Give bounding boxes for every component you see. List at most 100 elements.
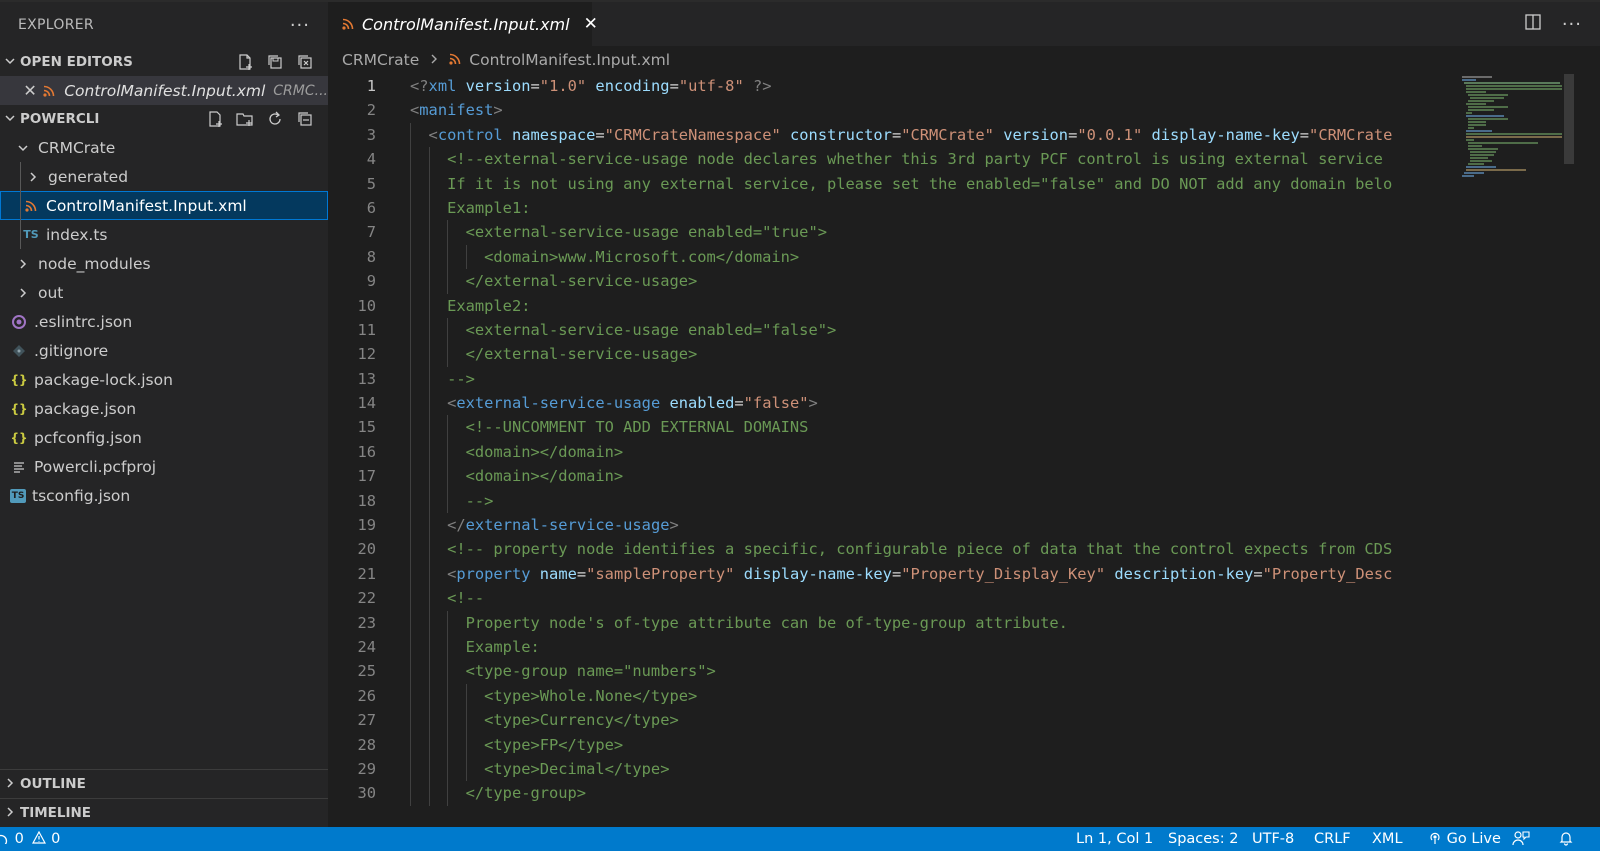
more-actions-icon[interactable]: ··· [1562,14,1582,35]
code-token: Example1: [447,198,531,217]
tree-item-label: package.json [34,399,137,418]
code-token: <? [410,77,429,95]
split-editor-icon[interactable] [1524,13,1542,35]
tree-item-label: .gitignore [34,341,109,360]
open-editors-section-header[interactable]: OPEN EDITORS [0,48,328,76]
code-text: <type>Decimal</type> [410,757,669,781]
code-token: = [669,77,679,95]
code-token: "Property_Display_Key" [901,564,1106,583]
tree-item-index-ts[interactable]: TS index.ts [0,220,328,249]
code-text: Property node's of-type attribute can be… [410,611,1068,635]
code-token: = [1068,125,1078,144]
problems-indicator[interactable]: 0 0 [0,827,60,851]
json-icon: {} [10,401,28,416]
line-number: 4 [366,150,376,169]
code-token: constructor [790,125,892,144]
eslint-icon [10,313,28,331]
code-token: "false" [743,394,809,413]
close-icon[interactable]: ✕ [20,81,40,100]
bottom-sections: OUTLINE TIMELINE [0,769,328,827]
go-live-button[interactable]: Go Live [1428,827,1501,851]
vertical-scrollbar[interactable] [1562,74,1576,827]
new-folder-icon[interactable] [236,110,254,128]
tree-item-package-lock[interactable]: {} package-lock.json [0,365,328,394]
code-token: encoding [595,77,670,95]
code-text: <type-group name="numbers"> [410,659,716,683]
code-token: < [447,394,457,413]
code-text: <control namespace="CRMCrateNamespace" c… [410,123,1393,147]
code-line: 25 <type-group name="numbers"> [328,659,1458,684]
minimap[interactable] [1458,74,1562,827]
save-all-icon[interactable] [266,53,284,71]
error-icon [0,832,10,844]
tree-item-pcfproj[interactable]: Powercli.pcfproj [0,452,328,481]
code-token: <domain></domain> [465,467,624,486]
warning-count: 0 [51,831,61,847]
language-mode[interactable]: XML [1372,827,1403,851]
code-token: version [1003,125,1069,144]
tree-item-tsconfig[interactable]: TS tsconfig.json [0,481,328,510]
tree-item-pcfconfig[interactable]: {} pcfconfig.json [0,423,328,452]
cursor-position[interactable]: Ln 1, Col 1 [1076,827,1153,851]
more-actions-icon[interactable]: ··· [290,15,310,36]
code-line: 29 <type>Decimal</type> [328,756,1458,782]
chevron-right-icon [14,255,32,273]
tree-item-generated[interactable]: generated [0,162,328,191]
powercli-section-header[interactable]: POWERCLI [0,105,328,133]
tree-item-controlmanifest[interactable]: ControlManifest.Input.xml [0,191,328,220]
breadcrumb-file[interactable]: ControlManifest.Input.xml [469,51,670,69]
indentation[interactable]: Spaces: 2 [1168,827,1238,851]
code-line: 2 <manifest> [328,98,1458,122]
code-line: 20 <!-- property node identifies a speci… [328,537,1458,562]
outline-section-header[interactable]: OUTLINE [0,769,328,798]
close-all-editors-icon[interactable] [296,53,314,71]
end-of-line[interactable]: CRLF [1314,827,1351,851]
tree-item-gitignore[interactable]: .gitignore [0,336,328,365]
notifications-bell-icon[interactable] [1558,827,1574,851]
file-encoding[interactable]: UTF-8 [1252,827,1294,851]
collapse-all-icon[interactable] [296,110,314,128]
code-token: > [493,101,503,120]
warning-icon [32,830,47,847]
new-untitled-file-icon[interactable] [236,53,254,71]
code-line: 18 --> [328,488,1458,514]
tab-controlmanifest[interactable]: ControlManifest.Input.xml ✕ [328,2,598,46]
line-number: 12 [357,345,376,364]
code-line: 22 <!-- [328,586,1458,611]
tree-item-node-modules[interactable]: node_modules [0,249,328,278]
tree-item-eslintrc[interactable]: .eslintrc.json [0,307,328,336]
code-text: <type>Currency</type> [410,708,679,732]
breadcrumb-folder[interactable]: CRMCrate [342,51,419,69]
error-count: 0 [14,831,24,847]
timeline-section-header[interactable]: TIMELINE [0,798,328,827]
code-text: Example: [410,635,540,659]
feedback-icon[interactable] [1512,827,1530,851]
code-text: <!--UNCOMMENT TO ADD EXTERNAL DOMAINS [410,415,809,439]
code-text: <external-service-usage enabled="false"> [410,318,837,342]
line-number: 10 [357,296,376,315]
tab-close-icon[interactable]: ✕ [584,14,598,34]
scrollbar-thumb[interactable] [1564,74,1574,164]
code-text: --> [410,489,494,513]
code-line: 8 <domain>www.Microsoft.com</domain> [328,244,1458,270]
new-file-icon[interactable] [206,110,224,128]
code-token: < [410,101,420,120]
open-editor-item[interactable]: ✕ ControlManifest.Input.xml CRMC... [0,76,328,105]
tree-item-crmcrate[interactable]: CRMCrate [0,133,328,162]
tree-item-label: package-lock.json [34,370,173,389]
go-live-label: Go Live [1446,831,1501,847]
code-editor[interactable]: 1 <?xml version="1.0" encoding="utf-8" ?>… [328,74,1458,827]
line-number: 13 [357,369,376,388]
tree-item-package-json[interactable]: {} package.json [0,394,328,423]
tree-item-label: ControlManifest.Input.xml [46,196,247,215]
tree-item-out[interactable]: out [0,278,328,307]
refresh-icon[interactable] [266,110,284,128]
